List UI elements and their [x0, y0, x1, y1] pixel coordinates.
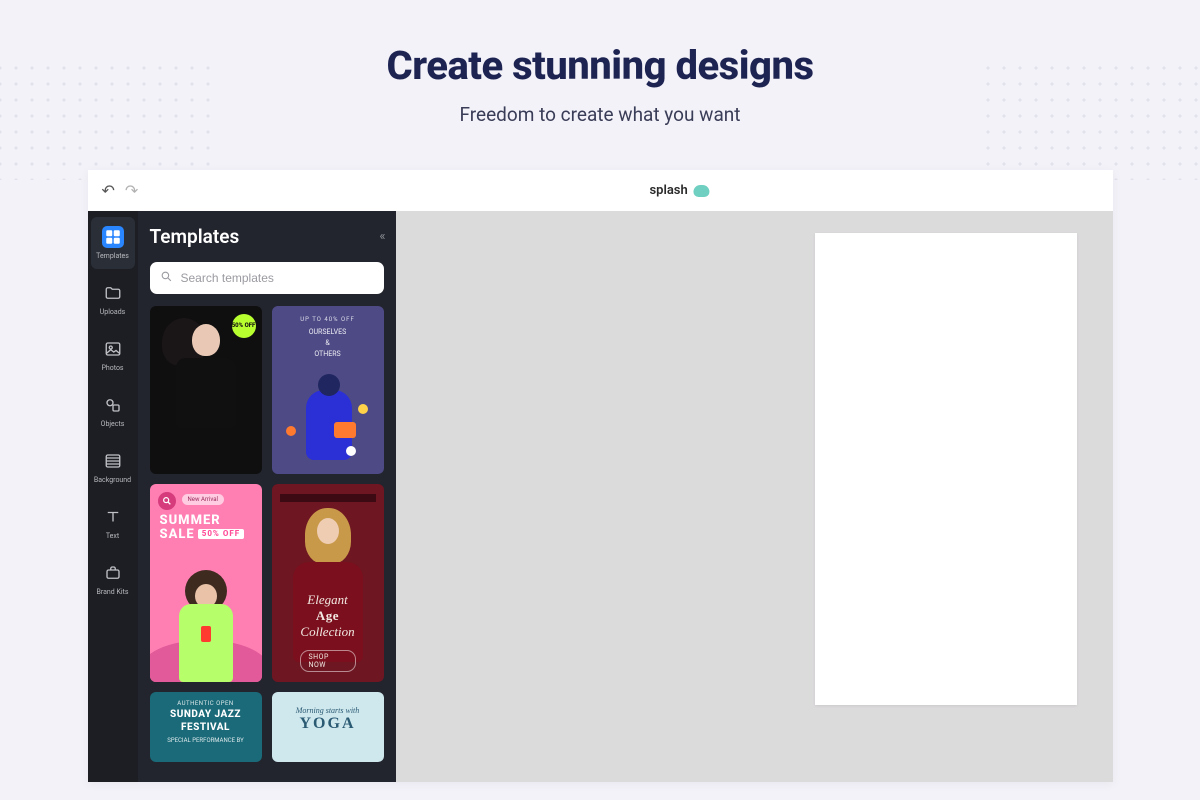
sidebar-item-label: Uploads: [100, 308, 126, 316]
template-text: UP TO 40% OFF: [272, 316, 384, 323]
template-card[interactable]: UP TO 40% OFF OURSELVES & OTHERS: [272, 306, 384, 474]
text-icon: [102, 506, 124, 528]
template-card[interactable]: New Arrival SUMMER SALE50% OFF: [150, 484, 262, 682]
template-text: OTHERS: [272, 349, 384, 360]
sidebar-item-uploads[interactable]: Uploads: [91, 273, 135, 325]
hero-title: Create stunning designs: [0, 42, 1200, 89]
template-text: Morning starts with: [272, 706, 384, 715]
sidebar-item-text[interactable]: Text: [91, 497, 135, 549]
background-icon: [102, 450, 124, 472]
template-text: FESTIVAL: [156, 722, 256, 733]
undo-button[interactable]: ↶: [102, 181, 115, 200]
template-text: SUNDAY JAZZ: [156, 709, 256, 720]
collapse-panel-button[interactable]: «: [379, 229, 383, 244]
redo-button[interactable]: ↷: [125, 181, 138, 200]
template-text: Collection: [272, 624, 384, 640]
template-text: Age: [272, 608, 384, 624]
briefcase-icon: [102, 562, 124, 584]
sidebar-item-brand-kits[interactable]: Brand Kits: [91, 553, 135, 605]
template-text: SUMMER: [160, 514, 252, 528]
search-icon: [160, 270, 173, 287]
template-text: New Arrival: [182, 494, 224, 505]
templates-icon: [102, 226, 124, 248]
sidebar-item-label: Background: [94, 476, 131, 484]
template-text: AUTHENTIC OPEN: [156, 700, 256, 707]
template-card[interactable]: Elegant Age Collection SHOP NOW: [272, 484, 384, 682]
cloud-icon: [694, 185, 710, 197]
shapes-icon: [102, 394, 124, 416]
hero: Create stunning designs Freedom to creat…: [0, 0, 1200, 126]
template-text: SPECIAL PERFORMANCE BY: [156, 737, 256, 744]
template-card[interactable]: Morning starts with YOGA: [272, 692, 384, 762]
image-icon: [102, 338, 124, 360]
sidebar-item-label: Brand Kits: [97, 588, 129, 596]
folder-icon: [102, 282, 124, 304]
sidebar-item-label: Text: [106, 532, 119, 540]
zoom-icon: [158, 492, 176, 510]
sidebar-item-label: Objects: [101, 420, 125, 428]
sidebar-item-background[interactable]: Background: [91, 441, 135, 493]
sidebar-item-photos[interactable]: Photos: [91, 329, 135, 381]
template-text: &: [272, 338, 384, 349]
sidebar-item-label: Templates: [96, 252, 129, 260]
search-input[interactable]: [181, 271, 374, 285]
template-search[interactable]: [150, 262, 384, 294]
artboard[interactable]: [815, 233, 1077, 705]
panel-title: Templates: [150, 225, 240, 248]
editor-topbar: ↶ ↷ splash: [88, 170, 1113, 211]
template-card[interactable]: 50% OFF: [150, 306, 262, 474]
template-text: Elegant: [272, 592, 384, 608]
brand: splash: [649, 183, 709, 198]
tool-iconbar: Templates Uploads Photos Objects: [88, 211, 138, 782]
templates-grid: 50% OFF UP TO 40% OFF OURSELVES & OTHERS: [150, 306, 384, 762]
template-text: SALE: [160, 527, 195, 542]
template-text: 50% OFF: [198, 529, 244, 539]
editor-window: ↶ ↷ splash Templates Uploads: [88, 170, 1113, 782]
template-text: SHOP NOW: [300, 650, 356, 672]
sidebar-item-objects[interactable]: Objects: [91, 385, 135, 437]
hero-subtitle: Freedom to create what you want: [0, 103, 1200, 126]
template-text: OURSELVES: [272, 327, 384, 338]
templates-panel: Templates « 50% OFF UP TO 40% OFF OURSEL…: [138, 211, 396, 782]
brand-label: splash: [649, 183, 687, 198]
template-card[interactable]: AUTHENTIC OPEN SUNDAY JAZZ FESTIVAL SPEC…: [150, 692, 262, 762]
template-text: YOGA: [272, 715, 384, 733]
sidebar-item-label: Photos: [101, 364, 123, 372]
canvas-area[interactable]: [396, 211, 1113, 782]
sidebar-item-templates[interactable]: Templates: [91, 217, 135, 269]
